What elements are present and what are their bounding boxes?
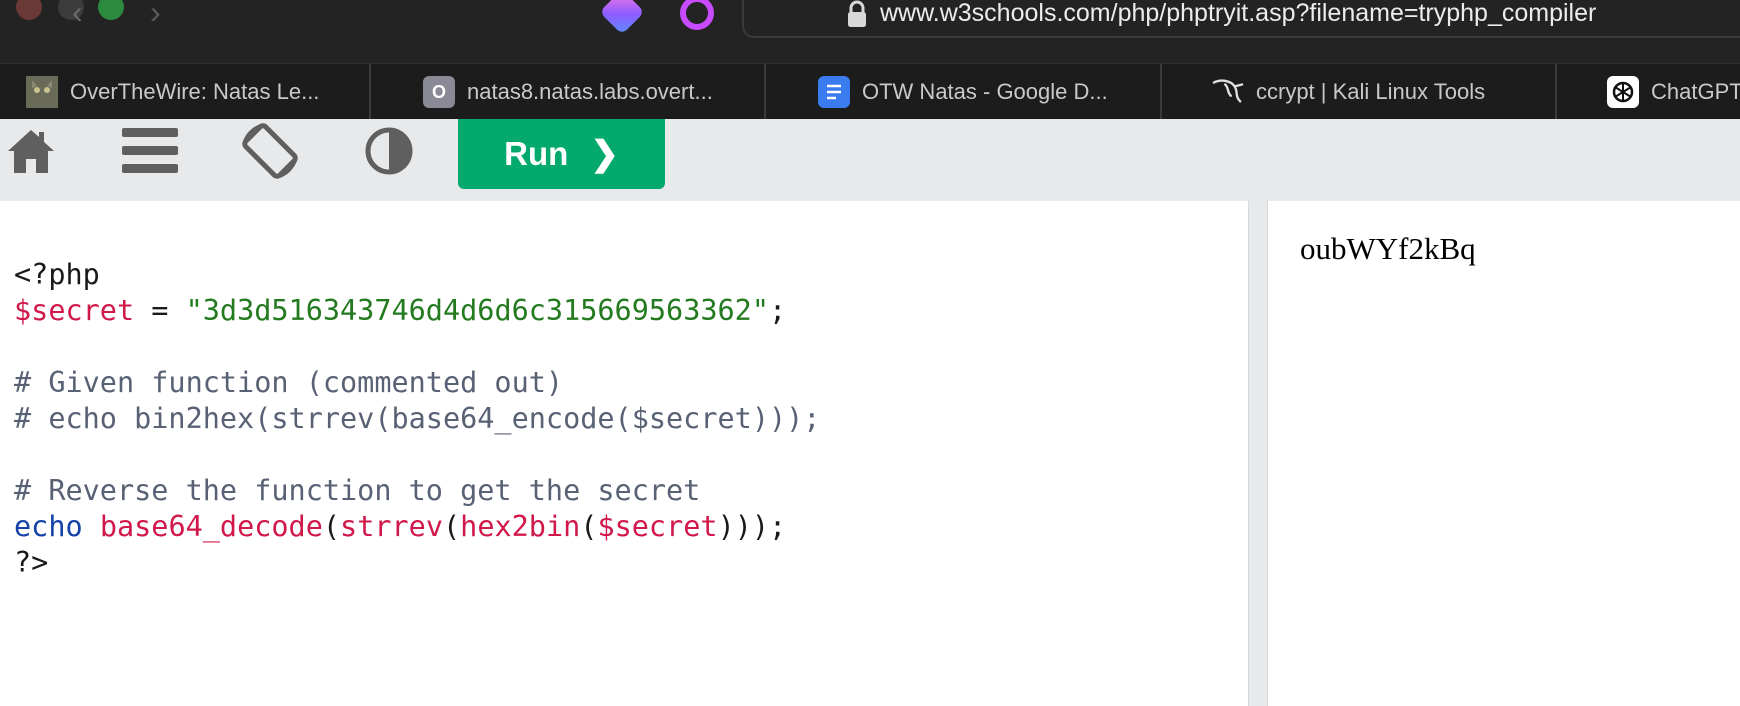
code-token: ( (322, 510, 341, 543)
code-area[interactable]: <?php $secret = "3d3d516343746d4d6d6c3156… (14, 221, 820, 581)
tab-bar: OverTheWire: Natas Le... O natas8.natas.… (0, 63, 1740, 120)
forward-arrow-icon[interactable]: › (150, 0, 161, 28)
code-token: $secret (14, 294, 135, 327)
code-token: "3d3d516343746d4d6d6c315669563362" (185, 294, 769, 327)
code-token: # echo bin2hex(strrev(base64_encode($sec… (14, 402, 821, 435)
o-icon: O (423, 76, 455, 108)
tab-label: natas8.natas.labs.overt... (467, 79, 713, 104)
code-token: <?php (14, 258, 100, 291)
result-pane: oubWYf2kBq (1268, 201, 1740, 706)
menu-icon[interactable] (120, 126, 180, 176)
code-token: # Reverse the function to get the secret (14, 474, 701, 507)
tab-overthewire[interactable]: OverTheWire: Natas Le... (0, 64, 371, 120)
code-token: ; (768, 294, 787, 327)
code-line[interactable]: echo base64_decode(strrev(hex2bin($secre… (14, 509, 820, 545)
code-line[interactable] (14, 221, 820, 257)
code-token: base64_decode (99, 510, 323, 543)
google-docs-icon (818, 76, 850, 108)
code-line[interactable] (14, 437, 820, 473)
code-token: echo (14, 510, 83, 543)
extension-diamond-icon[interactable] (599, 0, 645, 35)
tab-natas8[interactable]: O natas8.natas.labs.overt... (371, 64, 766, 120)
pane-divider[interactable] (1248, 201, 1268, 706)
code-line[interactable]: $secret = "3d3d516343746d4d6d6c315669563… (14, 293, 820, 329)
code-line[interactable]: ?> (14, 545, 820, 581)
code-token: strrev (340, 510, 443, 543)
code-token: ))); (717, 510, 787, 543)
code-line[interactable]: # echo bin2hex(strrev(base64_encode($sec… (14, 401, 820, 437)
tab-label: OTW Natas - Google D... (862, 79, 1108, 104)
openai-icon (1607, 76, 1639, 108)
close-window-button[interactable] (16, 0, 42, 20)
code-token: ( (443, 510, 461, 543)
rotate-icon[interactable] (240, 121, 300, 181)
code-token: ?> (14, 546, 49, 579)
tab-label: ChatGPT - Overthew (1651, 79, 1740, 104)
zoom-window-button[interactable] (98, 0, 124, 20)
chevron-right-icon: ❯ (590, 135, 619, 173)
url-text[interactable]: www.w3schools.com/php/phptryit.asp?filen… (880, 0, 1596, 28)
tab-label: OverTheWire: Natas Le... (70, 79, 320, 104)
extension-ring-icon[interactable] (680, 0, 714, 30)
tab-label: ccrypt | Kali Linux Tools (1256, 79, 1486, 104)
code-editor[interactable]: <?php $secret = "3d3d516343746d4d6d6c3156… (0, 201, 1248, 706)
result-output: oubWYf2kBq (1300, 231, 1476, 266)
kali-dragon-icon (1212, 76, 1244, 108)
tab-chatgpt[interactable]: ChatGPT - Overthew (1557, 64, 1740, 120)
code-line[interactable]: # Given function (commented out) (14, 365, 820, 401)
back-arrow-icon[interactable]: ‹ (72, 0, 83, 28)
run-button[interactable]: Run ❯ (458, 119, 665, 189)
lock-icon (848, 0, 866, 27)
contrast-icon[interactable] (364, 126, 414, 176)
browser-titlebar: ‹ › www.w3schools.com/php/phptryit.asp?f… (0, 0, 1740, 63)
code-token: $secret (597, 510, 718, 543)
code-line[interactable]: # Reverse the function to get the secret (14, 473, 820, 509)
code-line[interactable] (14, 329, 820, 365)
run-label: Run (504, 135, 569, 172)
home-icon[interactable] (6, 127, 56, 175)
cat-icon (26, 76, 58, 108)
code-token: = (134, 294, 186, 327)
code-token: # Given function (commented out) (14, 366, 564, 399)
tab-ccrypt[interactable]: ccrypt | Kali Linux Tools (1162, 64, 1557, 120)
code-line[interactable]: <?php (14, 257, 820, 293)
code-token: hex2bin (460, 510, 581, 543)
tab-google-docs[interactable]: OTW Natas - Google D... (766, 64, 1162, 120)
code-token: ( (580, 510, 598, 543)
